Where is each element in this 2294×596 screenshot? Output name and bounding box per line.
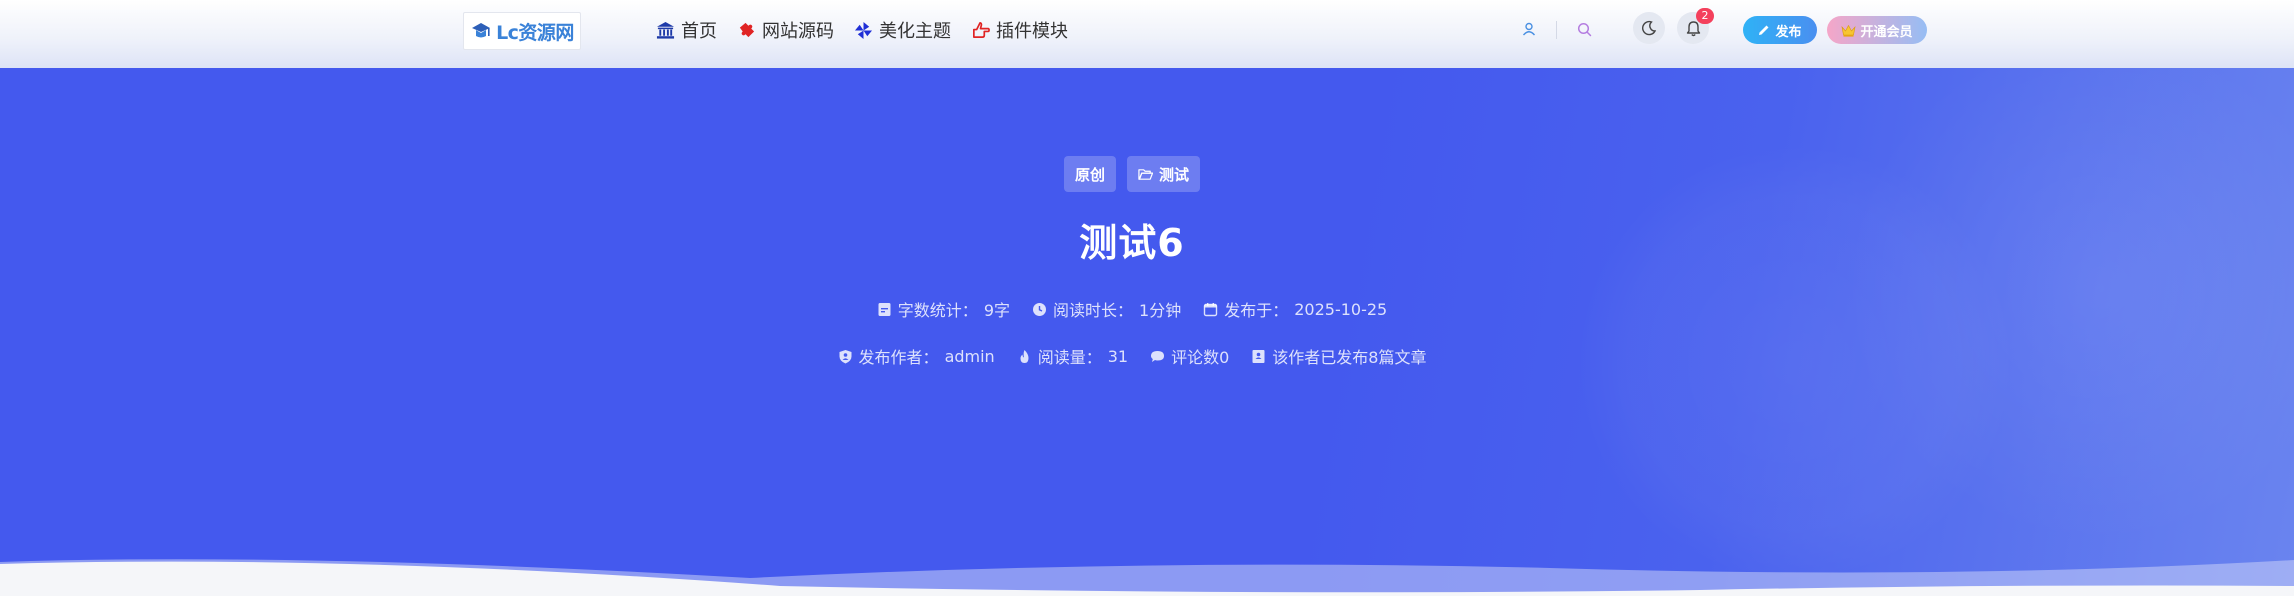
hero-bottom-wave: [0, 559, 2294, 596]
site-logo[interactable]: Lc资源网: [463, 12, 581, 50]
crown-icon: [1841, 24, 1856, 37]
meta-label: 发布于：: [1224, 301, 1289, 320]
pinwheel-icon: [854, 21, 873, 39]
logo-text: Lc资源网: [496, 21, 574, 44]
puzzle-icon: [739, 22, 755, 37]
nav-item-plugins[interactable]: 插件模块: [971, 17, 1068, 43]
comment-count[interactable]: 评论数0: [1150, 344, 1229, 368]
meta-value: 9字: [983, 301, 1010, 320]
nav-item-label: 网站源码: [762, 21, 834, 42]
user-login-button[interactable]: [1519, 19, 1539, 39]
view-count: 阅读量： 31: [1017, 344, 1128, 368]
dark-mode-toggle[interactable]: [1633, 12, 1665, 44]
search-button[interactable]: [1574, 19, 1594, 39]
header-divider: [1556, 21, 1557, 39]
calendar-icon: [1204, 302, 1218, 316]
meta-label: 评论数0: [1171, 348, 1230, 367]
logo-mark-icon: [472, 23, 491, 38]
user-shield-icon: [839, 349, 852, 363]
folder-open-icon: [1138, 168, 1153, 180]
fire-icon: [1020, 349, 1029, 363]
main-nav: 首页 网站源码 美化主题 插件模块: [656, 17, 1068, 43]
meta-value: admin: [944, 346, 995, 366]
post-hero-banner: 原创 测试 测试6 字数统计： 9字 阅读时长： 1分钟 发布于： 2025-1…: [0, 68, 2294, 596]
meta-value: 1分钟: [1139, 301, 1182, 320]
meta-label: 阅读时长：: [1053, 301, 1134, 320]
tag-label: 原创: [1074, 165, 1105, 184]
post-title: 测试6: [1079, 221, 1185, 265]
nav-item-source-code[interactable]: 网站源码: [737, 17, 834, 43]
meta-value: 2025-10-25: [1294, 299, 1388, 319]
meta-label: 该作者已发布8篇文章: [1272, 348, 1427, 367]
vip-label: 开通会员: [1860, 24, 1913, 40]
site-header: Lc资源网 首页 网站源码 美化主题 插件模块 2 发布 开通会员: [0, 0, 2294, 68]
comment-icon: [1151, 350, 1165, 362]
document-icon: [878, 302, 891, 316]
meta-label: 发布作者：: [858, 348, 939, 367]
hand-point-icon: [972, 21, 990, 38]
tag-category-test[interactable]: 测试: [1127, 156, 1201, 192]
pencil-icon: [1759, 25, 1769, 35]
moon-icon: [1642, 20, 1657, 36]
word-count: 字数统计： 9字: [877, 297, 1010, 321]
publish-label: 发布: [1775, 24, 1802, 40]
bank-icon: [656, 21, 675, 39]
book-user-icon: [1252, 349, 1265, 363]
tag-original[interactable]: 原创: [1063, 156, 1116, 192]
meta-value: 31: [1107, 346, 1129, 366]
nav-item-label: 首页: [681, 21, 717, 42]
nav-item-label: 美化主题: [879, 21, 951, 42]
clock-icon: [1033, 302, 1046, 316]
nav-item-themes[interactable]: 美化主题: [854, 17, 951, 43]
vip-membership-button[interactable]: 开通会员: [1827, 16, 1927, 44]
nav-item-home[interactable]: 首页: [656, 17, 717, 43]
search-icon: [1577, 22, 1591, 36]
publish-button[interactable]: 发布: [1743, 16, 1817, 44]
post-author[interactable]: 发布作者： admin: [838, 344, 995, 368]
notification-count-badge: 2: [1696, 8, 1714, 24]
tag-label: 测试: [1159, 165, 1190, 184]
author-post-count: 该作者已发布8篇文章: [1251, 344, 1426, 368]
post-meta-row-1: 字数统计： 9字 阅读时长： 1分钟 发布于： 2025-10-25: [0, 297, 2294, 321]
nav-item-label: 插件模块: [996, 21, 1068, 42]
reading-time: 阅读时长： 1分钟: [1032, 297, 1181, 321]
post-meta-row-2: 发布作者： admin 阅读量： 31 评论数0 该作者已发布8篇文章: [0, 344, 2294, 368]
publish-date: 发布于： 2025-10-25: [1203, 297, 1387, 321]
post-tags: 原创 测试: [0, 156, 2294, 192]
meta-label: 字数统计：: [897, 301, 978, 320]
user-icon: [1522, 22, 1536, 36]
meta-label: 阅读量：: [1037, 348, 1102, 367]
